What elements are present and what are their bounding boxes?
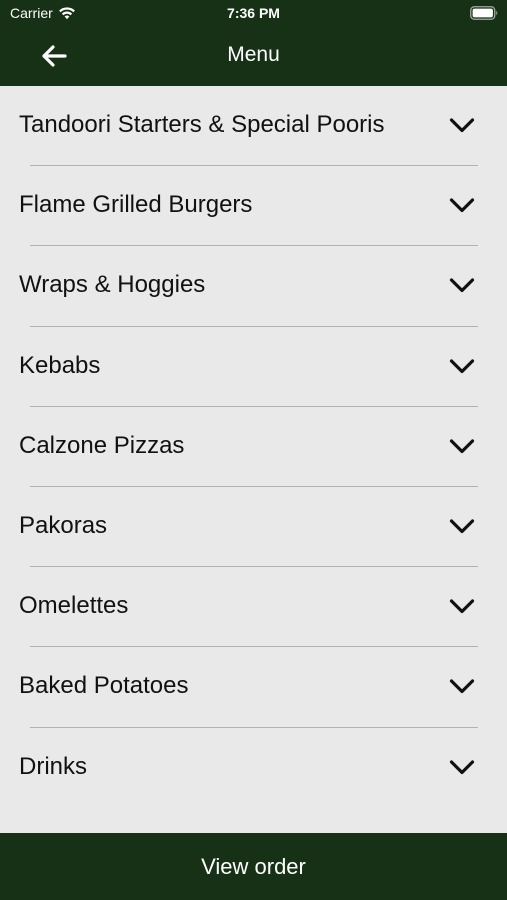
menu-category-wraps[interactable]: Wraps & Hoggies [0,246,507,327]
navigation-bar: Menu [0,28,507,86]
chevron-down-icon [449,759,475,774]
menu-category-label: Kebabs [19,351,101,379]
menu-category-label: Tandoori Starters & Special Pooris [19,111,385,138]
status-bar: Carrier 7:36 PM [0,0,507,28]
menu-screen: Carrier 7:36 PM Menu Tandoori Starters &… [0,0,507,900]
menu-category-label: Calzone Pizzas [19,431,185,459]
menu-category-label: Omelettes [19,592,129,620]
menu-category-list: Tandoori Starters & Special Pooris Flame… [0,86,507,808]
menu-category-pakoras[interactable]: Pakoras [0,487,507,568]
menu-category-label: Drinks [19,752,88,780]
menu-category-omelettes[interactable]: Omelettes [0,567,507,648]
menu-category-label: Baked Potatoes [19,672,189,700]
menu-category-kebabs[interactable]: Kebabs [0,327,507,407]
header: Carrier 7:36 PM Menu [0,0,507,86]
menu-category-baked-potatoes[interactable]: Baked Potatoes [0,647,507,728]
chevron-down-icon [449,198,475,213]
battery-icon [470,6,498,20]
chevron-down-icon [449,439,475,453]
menu-category-burgers[interactable]: Flame Grilled Burgers [0,166,507,247]
chevron-down-icon [449,118,475,133]
menu-category-calzone-pizzas[interactable]: Calzone Pizzas [0,407,507,487]
page-title: Menu [227,43,280,66]
view-order-button[interactable]: View order [0,833,507,900]
chevron-down-icon [449,519,475,534]
status-time: 7:36 PM [227,5,280,21]
chevron-down-icon [449,278,475,293]
menu-category-drinks[interactable]: Drinks [0,728,507,808]
chevron-down-icon [449,358,475,373]
chevron-down-icon [449,679,475,694]
chevron-down-icon [449,599,475,614]
view-order-label: View order [201,854,306,879]
menu-category-tandoori-starters[interactable]: Tandoori Starters & Special Pooris [0,86,507,167]
menu-category-label: Wraps & Hoggies [19,271,206,299]
menu-category-label: Pakoras [19,511,108,539]
menu-category-label: Flame Grilled Burgers [19,191,253,219]
